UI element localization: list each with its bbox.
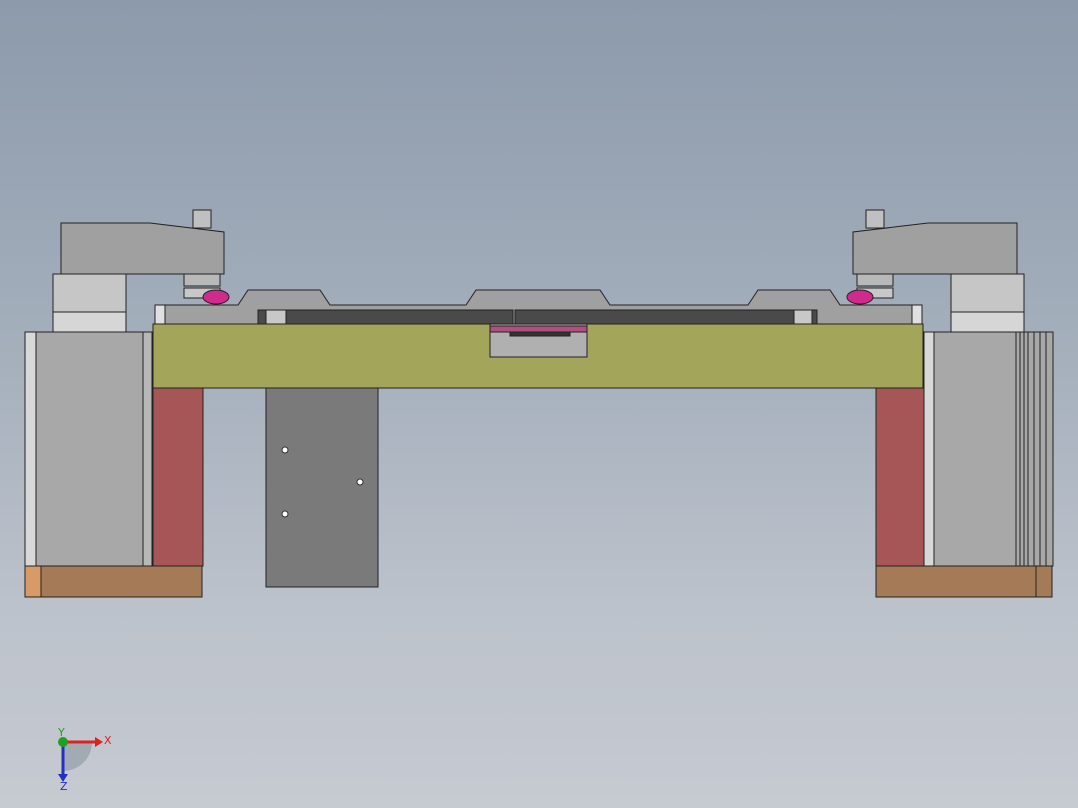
right-base-corner	[1035, 565, 1053, 598]
right-slot[interactable]	[514, 309, 818, 325]
center-pad-dark	[509, 331, 571, 337]
hanging-plate[interactable]	[265, 387, 379, 588]
hanging-plate-hole	[356, 478, 364, 486]
right-slot-light	[793, 309, 813, 325]
left-clamp-spindle[interactable]	[192, 209, 212, 229]
right-edge-light	[911, 304, 923, 325]
y-axis-label: Y	[57, 726, 65, 739]
right-magenta-knob[interactable]	[846, 289, 874, 305]
left-edge-light	[154, 304, 166, 325]
cad-graphics-viewport[interactable]: X Y Z	[0, 0, 1078, 808]
left-clamp-arm[interactable]	[60, 222, 225, 275]
left-support-inner-edge	[142, 331, 153, 567]
right-base-plate[interactable]	[875, 565, 1053, 598]
left-base-corner	[24, 565, 42, 598]
left-slot[interactable]	[257, 309, 514, 325]
hanging-plate-hole	[281, 510, 289, 518]
right-clamp-nut[interactable]	[856, 273, 894, 287]
right-clamp-cylinder-ring	[950, 311, 1025, 333]
hanging-plate-hole	[281, 446, 289, 454]
triad-shade	[63, 742, 92, 771]
left-support-block[interactable]	[24, 331, 153, 567]
fixture-assembly-front-view[interactable]: X Y Z	[0, 0, 1078, 808]
right-support-inner-edge	[923, 331, 935, 567]
right-clamp-spindle[interactable]	[865, 209, 885, 229]
left-clamp-nut[interactable]	[183, 273, 221, 287]
left-base-plate[interactable]	[24, 565, 203, 598]
x-axis-label: X	[104, 734, 112, 747]
center-pad-magenta	[489, 325, 588, 333]
left-slot-light	[265, 309, 287, 325]
right-clamp-arm[interactable]	[852, 222, 1018, 275]
right-pad[interactable]	[875, 387, 925, 567]
coordinate-triad: X Y Z	[57, 726, 112, 793]
left-magenta-knob[interactable]	[202, 289, 230, 305]
left-pad[interactable]	[152, 387, 204, 567]
left-clamp-cylinder-ring	[52, 311, 127, 333]
z-axis-label: Z	[60, 780, 68, 793]
x-axis-arrow	[95, 737, 103, 747]
left-support-edge	[24, 331, 37, 567]
hanging-plate-body[interactable]	[265, 387, 379, 588]
